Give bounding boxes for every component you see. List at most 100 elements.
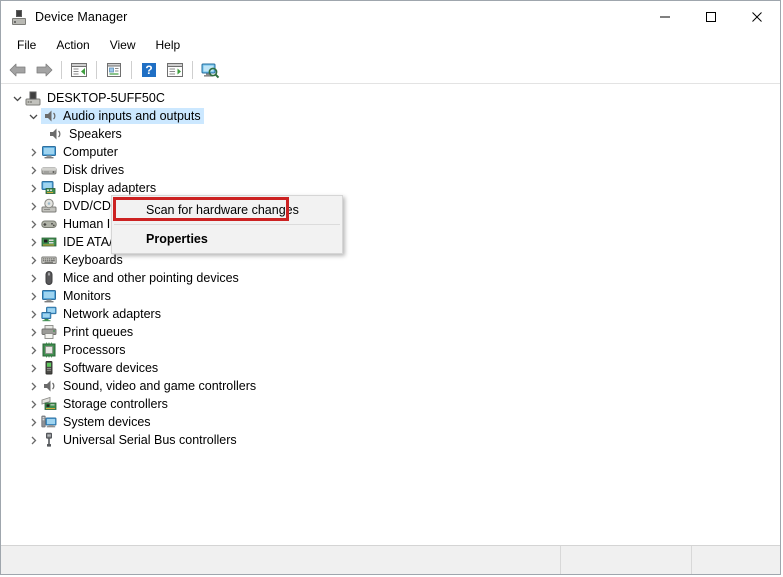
- computer-device-icon: [25, 90, 41, 106]
- tree-item-mice-and-other-pointing-devices[interactable]: Mice and other pointing devices: [1, 269, 780, 287]
- speaker-icon: [47, 126, 63, 142]
- tree-item-label: Storage controllers: [63, 397, 168, 411]
- context-menu-item-properties[interactable]: Properties: [112, 225, 342, 253]
- context-menu-item-scan-for-hardware-changes[interactable]: Scan for hardware changes: [112, 196, 342, 224]
- window-title: Device Manager: [35, 10, 128, 24]
- ide-controller-icon: [41, 234, 57, 250]
- chevron-right-icon[interactable]: [25, 341, 41, 359]
- chevron-down-icon[interactable]: [9, 89, 25, 107]
- disk-drive-icon: [41, 162, 57, 178]
- storage-controller-icon: [41, 396, 57, 412]
- keyboard-icon: [41, 252, 57, 268]
- system-device-icon: [41, 414, 57, 430]
- speaker-icon: [42, 108, 58, 124]
- tree-item-label: Computer: [63, 145, 118, 159]
- menu-help[interactable]: Help: [146, 35, 191, 55]
- properties-icon[interactable]: [101, 58, 127, 82]
- tree-item-computer[interactable]: Computer: [1, 143, 780, 161]
- chevron-right-icon[interactable]: [25, 305, 41, 323]
- menu-action[interactable]: Action: [46, 35, 99, 55]
- tree-item-speakers[interactable]: Speakers: [1, 125, 780, 143]
- toolbar: ?: [1, 57, 780, 84]
- chevron-right-icon[interactable]: [25, 233, 41, 251]
- chevron-right-icon[interactable]: [25, 413, 41, 431]
- context-menu[interactable]: Scan for hardware changes Properties: [111, 195, 343, 254]
- tree-item-label: Processors: [63, 343, 126, 357]
- title-bar: Device Manager: [1, 1, 780, 33]
- menu-file[interactable]: File: [7, 35, 46, 55]
- tree-item-root[interactable]: DESKTOP-5UFF50C: [1, 89, 780, 107]
- chevron-right-icon[interactable]: [25, 269, 41, 287]
- menu-view[interactable]: View: [100, 35, 146, 55]
- tree-item-print-queues[interactable]: Print queues: [1, 323, 780, 341]
- maximize-button[interactable]: [688, 1, 734, 32]
- tree-item-label: Print queues: [63, 325, 134, 339]
- tree-item-software-devices[interactable]: Software devices: [1, 359, 780, 377]
- tree-item-label: System devices: [63, 415, 151, 429]
- tree-item-label: Network adapters: [63, 307, 161, 321]
- monitor-icon: [41, 144, 57, 160]
- tree-item-system-devices[interactable]: System devices: [1, 413, 780, 431]
- help-icon[interactable]: ?: [136, 58, 162, 82]
- printer-icon: [41, 324, 57, 340]
- tree-item-label: Monitors: [63, 289, 111, 303]
- display-adapter-icon: [41, 180, 57, 196]
- chevron-right-icon[interactable]: [25, 323, 41, 341]
- toolbar-separator-4: [192, 61, 193, 79]
- svg-text:?: ?: [145, 63, 152, 77]
- toolbar-separator-3: [131, 61, 132, 79]
- chevron-right-icon[interactable]: [25, 377, 41, 395]
- show-hide-console-tree-icon[interactable]: [66, 58, 92, 82]
- chevron-right-icon[interactable]: [25, 197, 41, 215]
- tree-item-monitors[interactable]: Monitors: [1, 287, 780, 305]
- chevron-right-icon[interactable]: [25, 251, 41, 269]
- chevron-right-icon[interactable]: [25, 215, 41, 233]
- toolbar-separator-2: [96, 61, 97, 79]
- chevron-right-icon[interactable]: [25, 143, 41, 161]
- device-manager-icon: [11, 9, 27, 25]
- scan-for-hardware-changes-icon[interactable]: [197, 58, 223, 82]
- tree-item-disk-drives[interactable]: Disk drives: [1, 161, 780, 179]
- status-pane-2-text: [561, 546, 691, 552]
- speaker-icon: [41, 378, 57, 394]
- tree-item-label: Mice and other pointing devices: [63, 271, 239, 285]
- dvd-drive-icon: [41, 198, 57, 214]
- forward-arrow-icon[interactable]: [31, 58, 57, 82]
- device-tree[interactable]: DESKTOP-5UFF50C Audio inputs and outputs: [1, 84, 780, 545]
- update-driver-icon[interactable]: [162, 58, 188, 82]
- monitor-icon: [41, 288, 57, 304]
- tree-item-network-adapters[interactable]: Network adapters: [1, 305, 780, 323]
- tree-item-label: Audio inputs and outputs: [63, 109, 201, 123]
- hid-icon: [41, 216, 57, 232]
- device-manager-window: Device Manager File Action View Help ? D…: [0, 0, 781, 575]
- window-controls: [642, 1, 780, 32]
- tree-item-processors[interactable]: Processors: [1, 341, 780, 359]
- chevron-right-icon[interactable]: [25, 395, 41, 413]
- tree-item-label: Disk drives: [63, 163, 125, 177]
- chevron-right-icon[interactable]: [25, 431, 41, 449]
- chevron-right-icon[interactable]: [25, 287, 41, 305]
- tree-item-storage-controllers[interactable]: Storage controllers: [1, 395, 780, 413]
- tree-item-label: Software devices: [63, 361, 159, 375]
- status-pane-2: [561, 546, 692, 574]
- status-bar: [1, 545, 780, 574]
- status-pane-1: [1, 546, 561, 574]
- close-button[interactable]: [734, 1, 780, 32]
- usb-icon: [41, 432, 57, 448]
- tree-item-label: Universal Serial Bus controllers: [63, 433, 237, 447]
- tree-item-label: DESKTOP-5UFF50C: [47, 91, 165, 105]
- chevron-down-icon[interactable]: [25, 107, 41, 125]
- mouse-icon: [41, 270, 57, 286]
- processor-icon: [41, 342, 57, 358]
- chevron-right-icon[interactable]: [25, 161, 41, 179]
- tree-item-sound-video-and-game-controllers[interactable]: Sound, video and game controllers: [1, 377, 780, 395]
- back-arrow-icon[interactable]: [5, 58, 31, 82]
- status-pane-3: [692, 546, 780, 574]
- chevron-right-icon[interactable]: [25, 359, 41, 377]
- tree-item-audio-inputs-and-outputs[interactable]: Audio inputs and outputs: [1, 107, 780, 125]
- minimize-button[interactable]: [642, 1, 688, 32]
- chevron-right-icon[interactable]: [25, 179, 41, 197]
- tree-item-label: Speakers: [69, 127, 122, 141]
- tree-item-universal-serial-bus-controllers[interactable]: Universal Serial Bus controllers: [1, 431, 780, 449]
- menu-bar: File Action View Help: [1, 33, 780, 57]
